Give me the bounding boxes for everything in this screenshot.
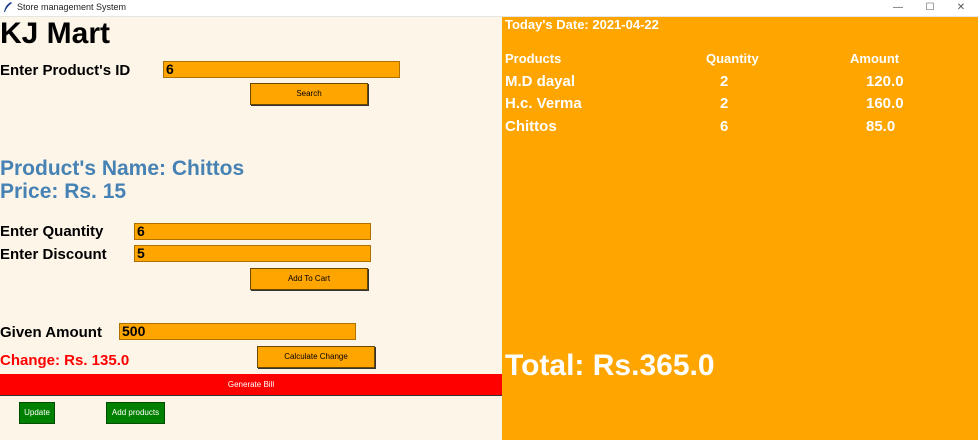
- total-amount: Total: Rs.365.0: [505, 349, 715, 382]
- bill-row-quantity: 2: [720, 73, 729, 90]
- bill-panel: Today's Date: 2021-04-22 Products Quanti…: [502, 17, 978, 440]
- close-button[interactable]: ✕: [946, 0, 976, 16]
- window-titlebar: Store management System — ☐ ✕: [0, 0, 978, 17]
- quantity-label: Enter Quantity: [0, 223, 104, 240]
- bill-row-amount: 160.0: [866, 95, 904, 112]
- discount-input[interactable]: 5: [134, 245, 371, 262]
- add-products-button[interactable]: Add products: [106, 402, 165, 424]
- todays-date: Today's Date: 2021-04-22: [505, 17, 659, 32]
- amount-header: Amount: [850, 51, 900, 66]
- calculate-change-button[interactable]: Calculate Change: [257, 346, 375, 368]
- product-name: Product's Name: Chittos: [0, 157, 245, 180]
- product-price: Price: Rs. 15: [0, 180, 127, 203]
- products-header: Products: [505, 51, 562, 66]
- given-amount-input[interactable]: 500: [119, 323, 356, 340]
- maximize-button[interactable]: ☐: [915, 0, 945, 16]
- bill-row-product: M.D dayal: [505, 73, 576, 90]
- quantity-input[interactable]: 6: [134, 223, 371, 240]
- bill-row-product: H.c. Verma: [505, 95, 582, 112]
- window-title: Store management System: [17, 2, 127, 12]
- store-name: KJ Mart: [0, 17, 111, 50]
- bill-row-product: Chittos: [505, 118, 557, 135]
- bill-row-amount: 120.0: [866, 73, 904, 90]
- feather-icon: [4, 2, 12, 12]
- given-amount-label: Given Amount: [0, 324, 102, 341]
- add-to-cart-button[interactable]: Add To Cart: [250, 268, 368, 290]
- bill-row-quantity: 6: [720, 118, 729, 135]
- quantity-header: Quantity: [706, 51, 759, 66]
- update-button[interactable]: Update: [19, 402, 55, 424]
- product-id-input[interactable]: 6: [163, 61, 400, 78]
- change-text: Change: Rs. 135.0: [0, 352, 130, 369]
- minimize-button[interactable]: —: [883, 0, 913, 16]
- discount-label: Enter Discount: [0, 246, 107, 263]
- generate-bill-button[interactable]: Generate Bill: [0, 374, 502, 396]
- search-button[interactable]: Search: [250, 83, 368, 105]
- bill-row-amount: 85.0: [866, 118, 896, 135]
- bill-row-quantity: 2: [720, 95, 729, 112]
- product-id-label: Enter Product's ID: [0, 62, 131, 79]
- store-panel: KJ Mart Enter Product's ID 6 Search Prod…: [0, 17, 502, 440]
